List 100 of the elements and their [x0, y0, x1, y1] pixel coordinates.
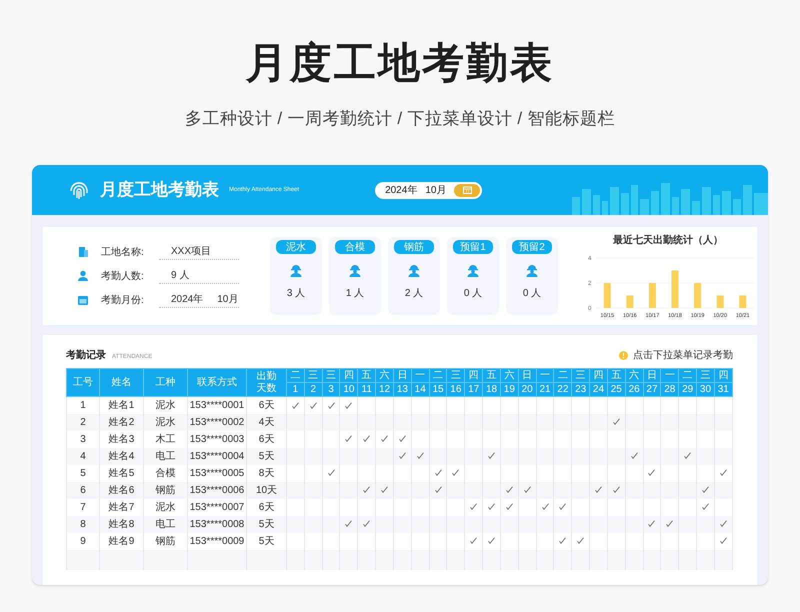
chart-bar — [626, 295, 634, 308]
trade-label: 泥水 — [276, 240, 316, 254]
check-icon — [416, 452, 424, 460]
info-icon — [619, 350, 628, 360]
weekday-header: 三 — [696, 368, 714, 382]
worker-helmet-icon — [407, 263, 421, 277]
weekday-header: 三 — [304, 368, 322, 382]
weekday-header: 四 — [714, 368, 732, 382]
trade-count: 1 人 — [346, 287, 364, 301]
column-header: 姓名 — [100, 368, 144, 396]
hint-text: 点击下拉菜单记录考勤 — [633, 348, 733, 362]
weekday-header: 二 — [286, 368, 304, 382]
chart-title: 最近七天出勤统计（人） — [613, 234, 723, 248]
building-icon — [77, 246, 89, 258]
trade-label: 预留1 — [453, 240, 493, 254]
weekday-header: 二 — [429, 368, 447, 382]
check-icon — [702, 503, 709, 510]
date-pill[interactable]: 2024年 10月 — [375, 182, 482, 198]
column-header: 联系方式 — [188, 368, 246, 396]
check-icon — [506, 486, 513, 494]
weekday-header: 一 — [660, 368, 679, 382]
page-title: 月度工地考勤表 — [246, 42, 554, 84]
field-value: XXX项目 — [159, 244, 239, 260]
check-icon — [328, 402, 335, 409]
check-icon — [398, 452, 406, 460]
weekday-header: 二 — [678, 368, 697, 382]
weekday-header: 五 — [482, 368, 500, 382]
check-icon — [594, 486, 602, 494]
trade-count: 0 人 — [464, 287, 482, 301]
chart-bar — [694, 282, 702, 308]
weekday-header: 三 — [322, 368, 340, 382]
calendar-icon — [462, 186, 472, 194]
check-icon — [345, 402, 352, 409]
check-icon — [381, 486, 388, 494]
weekday-header: 六 — [500, 368, 518, 382]
field-label: 工地名称: — [101, 246, 145, 260]
weekday-header: 二 — [554, 368, 572, 382]
check-icon — [345, 520, 352, 528]
check-icon — [720, 520, 727, 528]
check-icon — [648, 520, 656, 528]
check-icon — [488, 537, 496, 544]
check-icon — [648, 469, 656, 476]
weekday-header: 日 — [393, 368, 412, 382]
check-icon — [666, 520, 674, 528]
weekday-header: 六 — [625, 368, 644, 382]
worker-helmet-icon — [289, 263, 303, 277]
check-icon — [702, 486, 709, 494]
check-icon — [577, 537, 584, 544]
chart-bar — [739, 295, 746, 308]
check-icon — [506, 503, 513, 510]
weekday-header: 四 — [464, 368, 483, 382]
weekday-header: 六 — [376, 368, 394, 382]
check-icon — [345, 435, 352, 442]
check-icon — [434, 469, 442, 476]
year-text: 2024年 — [385, 184, 418, 198]
weekday-header: 四 — [590, 368, 608, 382]
weekday-header: 一 — [536, 368, 554, 382]
field-label: 考勤月份: — [101, 294, 145, 308]
month-text: 10月 — [425, 184, 446, 198]
check-icon — [720, 469, 727, 476]
field-value: 9 人 — [159, 268, 239, 284]
check-icon — [559, 537, 566, 544]
check-icon — [434, 486, 442, 494]
check-icon — [630, 452, 638, 460]
chart-bar — [672, 270, 678, 308]
chart-bar — [604, 282, 611, 308]
check-icon — [363, 520, 370, 528]
weekday-header: 日 — [643, 368, 661, 382]
check-icon — [488, 452, 496, 460]
trade-label: 钢筋 — [394, 240, 434, 254]
check-icon — [612, 418, 620, 426]
trade-count: 2 人 — [404, 287, 424, 301]
check-icon — [381, 435, 388, 442]
calendar-button[interactable] — [454, 184, 480, 196]
check-icon — [328, 469, 335, 476]
check-icon — [363, 486, 370, 494]
trade-label: 预留2 — [512, 240, 552, 254]
fingerprint-icon — [68, 179, 90, 201]
sheet-title: 月度工地考勤表 — [100, 179, 219, 202]
page-subtitle: 多工种设计 / 一周考勤统计 / 下拉菜单设计 / 智能标题栏 — [185, 108, 615, 130]
weekday-header: 日 — [518, 368, 536, 382]
weekday-header: 五 — [358, 368, 376, 382]
check-icon — [470, 537, 478, 544]
check-icon — [310, 402, 317, 409]
check-icon — [524, 486, 531, 494]
check-icon — [363, 435, 370, 442]
column-header: 工种 — [144, 368, 188, 396]
calendar-icon — [77, 294, 89, 306]
weekday-header: 四 — [340, 368, 358, 382]
trade-count: 3 人 — [286, 287, 306, 301]
trade-count: 0 人 — [522, 287, 542, 301]
chart-bar — [648, 282, 656, 308]
column-header: 出勤天数 — [256, 370, 276, 394]
check-icon — [398, 435, 406, 442]
check-icon — [612, 486, 620, 494]
worker-helmet-icon — [466, 263, 480, 277]
person-icon — [77, 270, 89, 282]
check-icon — [488, 503, 496, 510]
check-icon — [470, 503, 478, 510]
field-label: 考勤人数: — [101, 270, 145, 284]
